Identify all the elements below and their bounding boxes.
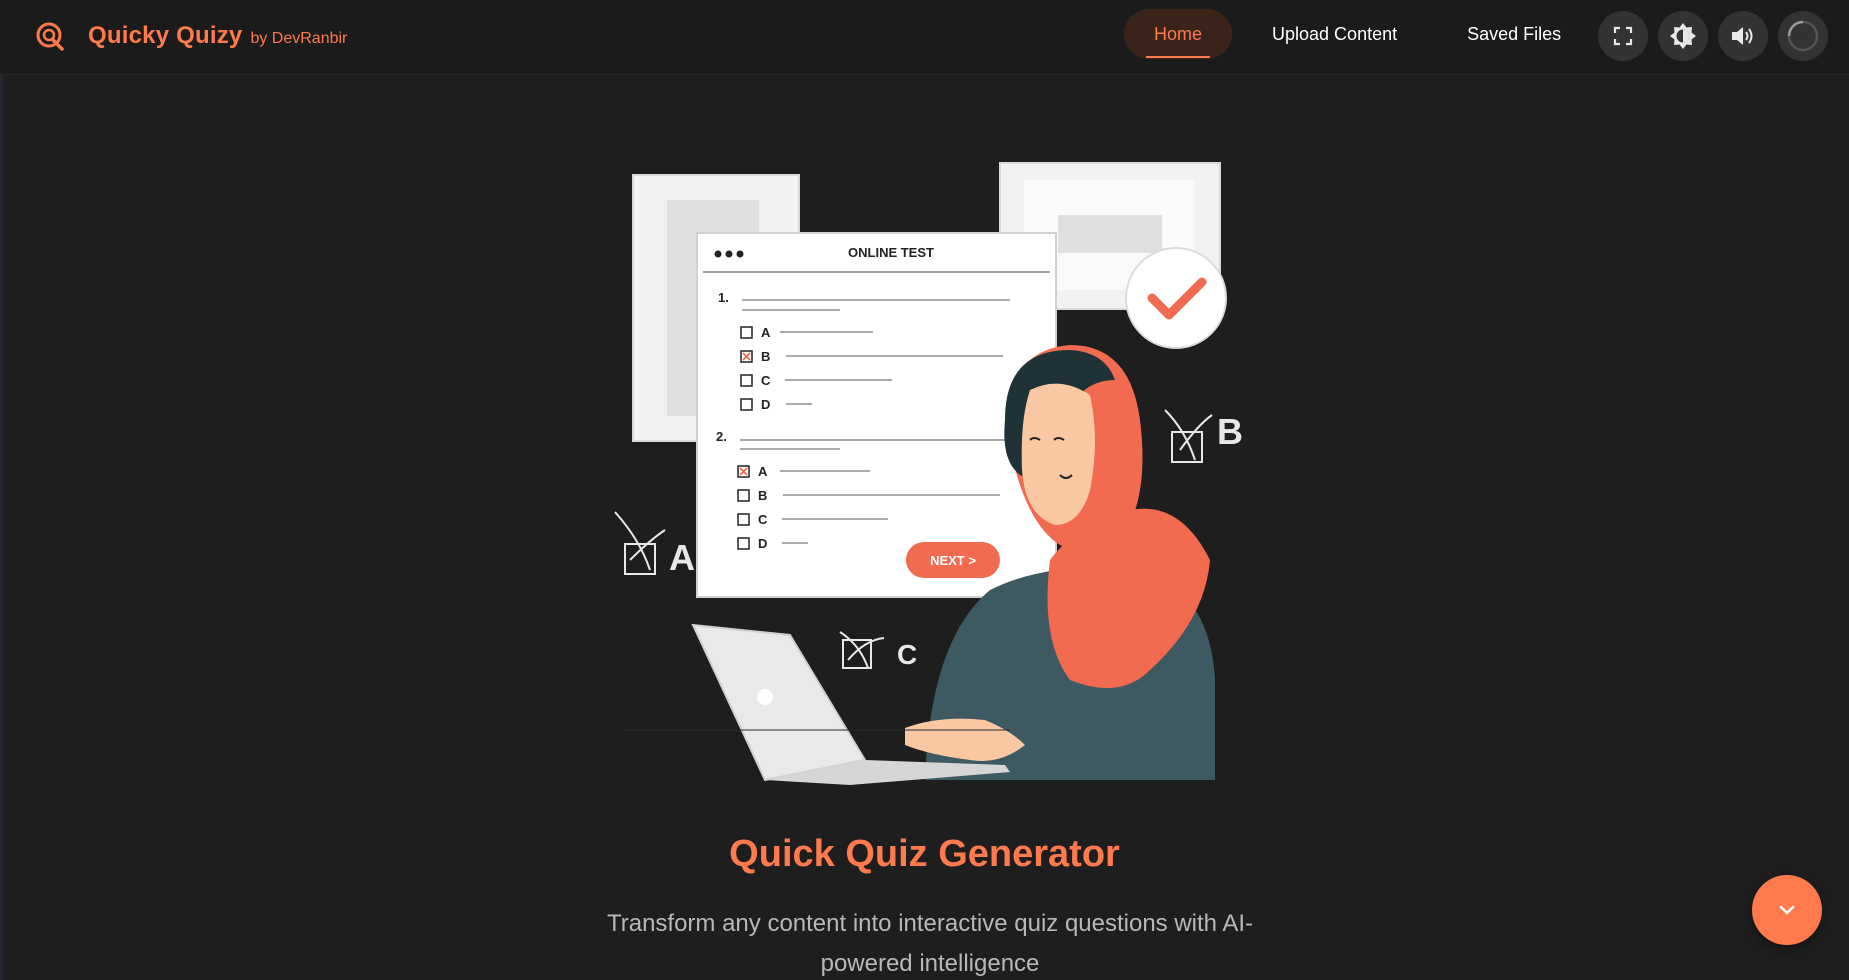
brand-author: by DevRanbir bbox=[250, 30, 348, 47]
svg-text:B: B bbox=[761, 349, 770, 364]
hero-subtitle: Transform any content into interactive q… bbox=[606, 910, 1254, 977]
nav-upload-content[interactable]: Upload Content bbox=[1242, 9, 1427, 59]
brand-title: Quicky Quizy bbox=[88, 22, 243, 49]
loading-spinner-icon bbox=[1787, 20, 1819, 52]
nav-saved-files[interactable]: Saved Files bbox=[1437, 9, 1591, 59]
navbar: Quicky Quizy by DevRanbir Home Upload Co… bbox=[0, 0, 1849, 75]
scroll-down-button[interactable] bbox=[1752, 875, 1822, 945]
question-2-number: 2. bbox=[716, 429, 727, 444]
question-1-number: 1. bbox=[718, 290, 729, 305]
volume-icon bbox=[1732, 27, 1753, 45]
online-test-panel bbox=[696, 232, 1057, 598]
fullscreen-button[interactable] bbox=[1598, 11, 1648, 61]
loading-button[interactable] bbox=[1778, 11, 1828, 61]
svg-text:C: C bbox=[761, 373, 771, 388]
online-test-illustration: ONLINE TEST 1. A B C D 2. A B C D NEXT >… bbox=[614, 162, 1243, 785]
next-button-label: NEXT > bbox=[930, 553, 976, 568]
nav-home[interactable]: Home bbox=[1124, 9, 1233, 59]
svg-text:B: B bbox=[1217, 411, 1243, 452]
brightness-icon bbox=[1670, 23, 1696, 49]
toolbar-icons bbox=[1598, 11, 1838, 61]
q-logo-icon bbox=[36, 22, 64, 51]
floating-answer-c: C bbox=[839, 631, 917, 670]
brand[interactable]: Quicky Quizy by DevRanbir bbox=[34, 18, 347, 54]
volume-button[interactable] bbox=[1718, 11, 1768, 61]
svg-text:D: D bbox=[761, 397, 770, 412]
chevron-down-icon bbox=[1779, 905, 1795, 915]
svg-text:B: B bbox=[758, 488, 767, 503]
svg-text:A: A bbox=[758, 464, 768, 479]
svg-text:D: D bbox=[758, 536, 767, 551]
hero-title: Quick Quiz Generator bbox=[729, 833, 1120, 875]
svg-text:A: A bbox=[669, 537, 695, 578]
panel-title: ONLINE TEST bbox=[848, 245, 934, 260]
floating-answer-b: B bbox=[1164, 409, 1243, 463]
svg-text:C: C bbox=[758, 512, 768, 527]
svg-text:A: A bbox=[761, 325, 771, 340]
checkmark-badge-icon bbox=[1125, 247, 1227, 349]
main-nav: Home Upload Content Saved Files bbox=[1124, 9, 1591, 59]
fullscreen-icon bbox=[1613, 26, 1633, 46]
brightness-button[interactable] bbox=[1658, 11, 1708, 61]
floating-answer-a: A bbox=[614, 511, 695, 578]
svg-text:C: C bbox=[897, 639, 917, 670]
